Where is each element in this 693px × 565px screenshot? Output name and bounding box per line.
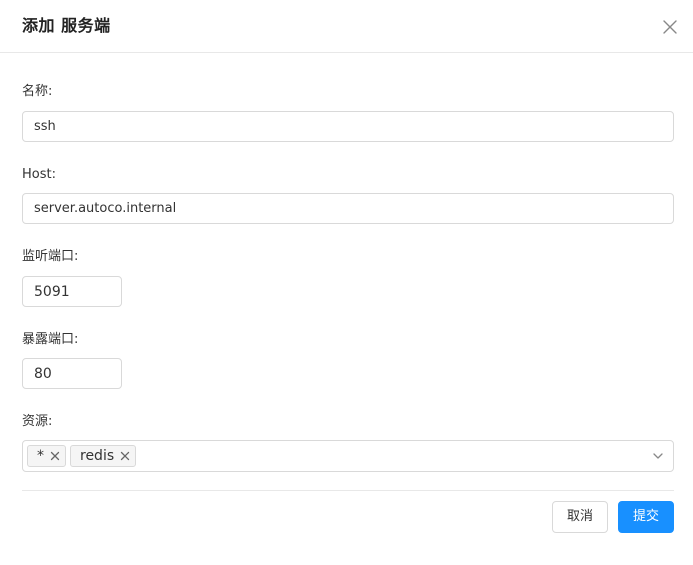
submit-button[interactable]: 提交 xyxy=(618,501,674,533)
close-button[interactable] xyxy=(660,17,680,37)
close-icon xyxy=(663,20,677,34)
host-label: Host: xyxy=(22,167,56,182)
listen-port-label: 监听端口: xyxy=(22,249,79,264)
resources-select[interactable]: * redis xyxy=(22,440,674,472)
remove-tag-button[interactable] xyxy=(49,450,61,462)
resource-tag-label: redis xyxy=(80,448,115,464)
resource-tag: * xyxy=(27,445,66,467)
chevron-down-icon xyxy=(652,450,664,462)
name-label: 名称: xyxy=(22,84,53,99)
resource-tag-label: * xyxy=(37,448,44,464)
remove-tag-button[interactable] xyxy=(119,450,131,462)
footer-divider xyxy=(22,490,674,491)
close-icon xyxy=(50,451,60,461)
expose-port-label: 暴露端口: xyxy=(22,332,79,347)
close-icon xyxy=(120,451,130,461)
cancel-button[interactable]: 取消 xyxy=(552,501,608,533)
dialog-header: 添加 服务端 xyxy=(0,0,693,53)
expose-port-input[interactable] xyxy=(22,358,122,389)
host-input[interactable] xyxy=(22,193,674,224)
name-input[interactable] xyxy=(22,111,674,142)
dialog-title: 添加 服务端 xyxy=(22,16,111,35)
listen-port-input[interactable] xyxy=(22,276,122,307)
resource-tag: redis xyxy=(70,445,137,467)
resources-label: 资源: xyxy=(22,414,53,429)
add-server-dialog: 添加 服务端 名称: Host: 监听端口: 暴露端口: 资源: * redis xyxy=(0,0,693,565)
